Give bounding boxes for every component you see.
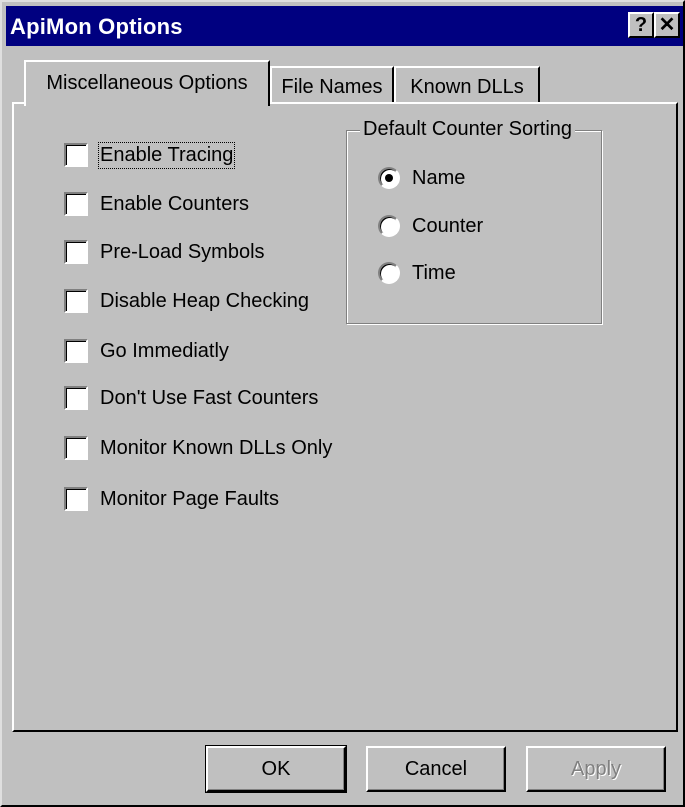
tab-label: Miscellaneous Options	[46, 72, 248, 94]
tab-known-dlls[interactable]: Known DLLs	[394, 66, 540, 102]
window-title: ApiMon Options	[10, 14, 183, 39]
tab-miscellaneous-options[interactable]: Miscellaneous Options	[24, 60, 270, 106]
tab-label: File Names	[281, 76, 383, 98]
ok-button[interactable]: OK	[205, 745, 347, 793]
title-bar[interactable]: ApiMon Options ? ✕	[6, 6, 683, 46]
apply-button[interactable]: Apply	[526, 746, 666, 792]
help-button[interactable]: ?	[628, 12, 654, 38]
cancel-button[interactable]: Cancel	[366, 746, 506, 792]
tab-file-names[interactable]: File Names	[270, 66, 394, 102]
tab-label: Known DLLs	[410, 76, 524, 98]
tab-panel	[12, 102, 678, 732]
options-dialog: ApiMon Options ? ✕ Miscellaneous Options…	[0, 0, 685, 807]
close-button[interactable]: ✕	[654, 12, 680, 38]
close-icon: ✕	[658, 14, 676, 36]
help-icon: ?	[634, 14, 648, 36]
